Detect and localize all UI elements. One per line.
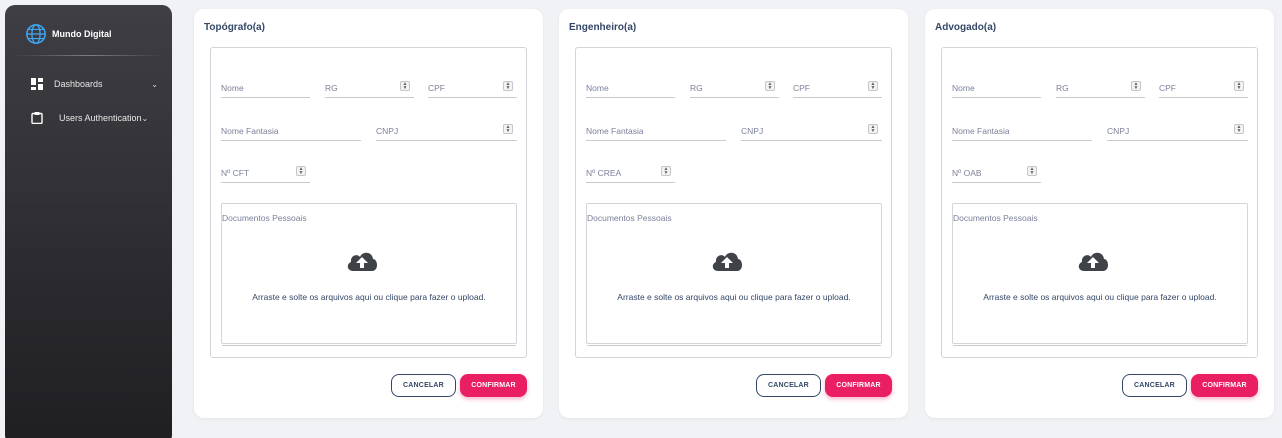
- nome-field[interactable]: Nome: [221, 81, 310, 98]
- cnpj-field[interactable]: CNPJ ▲ ▼: [1107, 124, 1248, 141]
- nome-fantasia-label: Nome Fantasia: [221, 126, 279, 136]
- card-engenheiro: Engenheiro(a) Nome RG ▲ ▼ CPF ▲ ▼ Nome Fan…: [559, 9, 908, 418]
- registro-label: Nº OAB: [952, 168, 982, 178]
- registro-label: Nº CREA: [586, 168, 622, 178]
- rg-field[interactable]: RG ▲ ▼: [325, 81, 414, 98]
- globe-icon: [26, 24, 46, 44]
- nome-field[interactable]: Nome: [952, 81, 1041, 98]
- sidebar-item-label: Users Authentication: [59, 113, 142, 123]
- cloud-upload-icon: [1078, 252, 1108, 271]
- rg-label: RG: [325, 83, 338, 93]
- registro-field[interactable]: Nº CFT ▲ ▼: [221, 166, 310, 183]
- registro-label: Nº CFT: [221, 168, 250, 178]
- stepper-icon[interactable]: ▲ ▼: [503, 124, 513, 134]
- nome-label: Nome: [221, 83, 244, 93]
- dashboard-icon: [31, 78, 43, 90]
- cnpj-label: CNPJ: [1107, 126, 1130, 136]
- brand-name: Mundo Digital: [52, 29, 112, 39]
- cancel-button[interactable]: CANCELAR: [1122, 374, 1187, 397]
- card-advogado: Advogado(a) Nome RG ▲ ▼ CPF ▲ ▼ Nome Fanta…: [925, 9, 1274, 418]
- cpf-label: CPF: [1159, 83, 1176, 93]
- confirm-button[interactable]: CONFIRMAR: [460, 374, 527, 397]
- cnpj-field[interactable]: CNPJ ▲ ▼: [741, 124, 882, 141]
- rg-label: RG: [690, 83, 703, 93]
- dropzone-underline: [587, 345, 881, 346]
- rg-label: RG: [1056, 83, 1069, 93]
- sidebar-item-dashboards[interactable]: Dashboards ⌄: [31, 78, 158, 90]
- cloud-upload-icon: [347, 252, 377, 271]
- stepper-icon[interactable]: ▲ ▼: [296, 166, 306, 176]
- brand[interactable]: Mundo Digital: [25, 23, 112, 45]
- clipboard-icon: [31, 112, 43, 124]
- dropzone-label: Documentos Pessoais: [587, 213, 672, 223]
- cnpj-label: CNPJ: [376, 126, 399, 136]
- cpf-field[interactable]: CPF ▲ ▼: [793, 81, 882, 98]
- nome-label: Nome: [952, 83, 975, 93]
- nome-fantasia-field[interactable]: Nome Fantasia: [952, 124, 1092, 141]
- registro-field[interactable]: Nº CREA ▲ ▼: [586, 166, 675, 183]
- stepper-icon[interactable]: ▲ ▼: [868, 124, 878, 134]
- confirm-button[interactable]: CONFIRMAR: [825, 374, 892, 397]
- stepper-icon[interactable]: ▲ ▼: [503, 81, 513, 91]
- registro-field[interactable]: Nº OAB ▲ ▼: [952, 166, 1041, 183]
- dropzone-underline: [953, 345, 1247, 346]
- cancel-button[interactable]: CANCELAR: [391, 374, 456, 397]
- stepper-icon[interactable]: ▲ ▼: [661, 166, 671, 176]
- sidebar: Mundo Digital Dashboards ⌄ Users Authent…: [5, 5, 172, 438]
- nome-fantasia-label: Nome Fantasia: [586, 126, 644, 136]
- nome-fantasia-field[interactable]: Nome Fantasia: [586, 124, 726, 141]
- cpf-label: CPF: [793, 83, 810, 93]
- cancel-button[interactable]: CANCELAR: [756, 374, 821, 397]
- confirm-button[interactable]: CONFIRMAR: [1191, 374, 1258, 397]
- card-topografo: Topógrafo(a) Nome RG ▲ ▼ CPF ▲ ▼ Nome Fant…: [194, 9, 543, 418]
- nome-fantasia-field[interactable]: Nome Fantasia: [221, 124, 361, 141]
- form-box: Nome RG ▲ ▼ CPF ▲ ▼ Nome Fantasia CNPJ ▲ ▼ …: [210, 47, 527, 358]
- upload-dropzone[interactable]: Documentos Pessoais Arraste e solte os a…: [586, 203, 882, 346]
- stepper-icon[interactable]: ▲ ▼: [765, 81, 775, 91]
- stepper-icon[interactable]: ▲ ▼: [868, 81, 878, 91]
- nome-field[interactable]: Nome: [586, 81, 675, 98]
- cnpj-field[interactable]: CNPJ ▲ ▼: [376, 124, 517, 141]
- sidebar-item-users-authentication[interactable]: Users Authentication ⌄: [31, 112, 158, 124]
- chevron-down-icon: ⌄: [151, 79, 158, 89]
- card-title: Advogado(a): [935, 22, 997, 33]
- dropzone-text: Arraste e solte os arquivos aqui ou cliq…: [252, 292, 486, 302]
- dropzone-text: Arraste e solte os arquivos aqui ou cliq…: [983, 292, 1217, 302]
- nome-label: Nome: [586, 83, 609, 93]
- sidebar-item-label: Dashboards: [54, 79, 103, 89]
- stepper-icon[interactable]: ▲ ▼: [1131, 81, 1141, 91]
- cloud-upload-icon: [712, 252, 742, 271]
- dropzone-text: Arraste e solte os arquivos aqui ou cliq…: [617, 292, 851, 302]
- cpf-field[interactable]: CPF ▲ ▼: [1159, 81, 1248, 98]
- stepper-icon[interactable]: ▲ ▼: [1027, 166, 1037, 176]
- cpf-label: CPF: [428, 83, 445, 93]
- card-title: Engenheiro(a): [569, 22, 637, 33]
- sidebar-divider: [15, 55, 162, 56]
- stepper-icon[interactable]: ▲ ▼: [400, 81, 410, 91]
- dropzone-label: Documentos Pessoais: [222, 213, 307, 223]
- nome-fantasia-label: Nome Fantasia: [952, 126, 1010, 136]
- upload-dropzone[interactable]: Documentos Pessoais Arraste e solte os a…: [952, 203, 1248, 346]
- dropzone-underline: [222, 345, 516, 346]
- form-box: Nome RG ▲ ▼ CPF ▲ ▼ Nome Fantasia CNPJ ▲ ▼ …: [941, 47, 1258, 358]
- stepper-icon[interactable]: ▲ ▼: [1234, 81, 1244, 91]
- cpf-field[interactable]: CPF ▲ ▼: [428, 81, 517, 98]
- card-title: Topógrafo(a): [204, 22, 265, 33]
- chevron-down-icon: ⌄: [141, 113, 149, 123]
- dropzone-label: Documentos Pessoais: [953, 213, 1038, 223]
- cnpj-label: CNPJ: [741, 126, 764, 136]
- stepper-icon[interactable]: ▲ ▼: [1234, 124, 1244, 134]
- form-box: Nome RG ▲ ▼ CPF ▲ ▼ Nome Fantasia CNPJ ▲ ▼ …: [575, 47, 892, 358]
- upload-dropzone[interactable]: Documentos Pessoais Arraste e solte os a…: [221, 203, 517, 346]
- rg-field[interactable]: RG ▲ ▼: [1056, 81, 1145, 98]
- rg-field[interactable]: RG ▲ ▼: [690, 81, 779, 98]
